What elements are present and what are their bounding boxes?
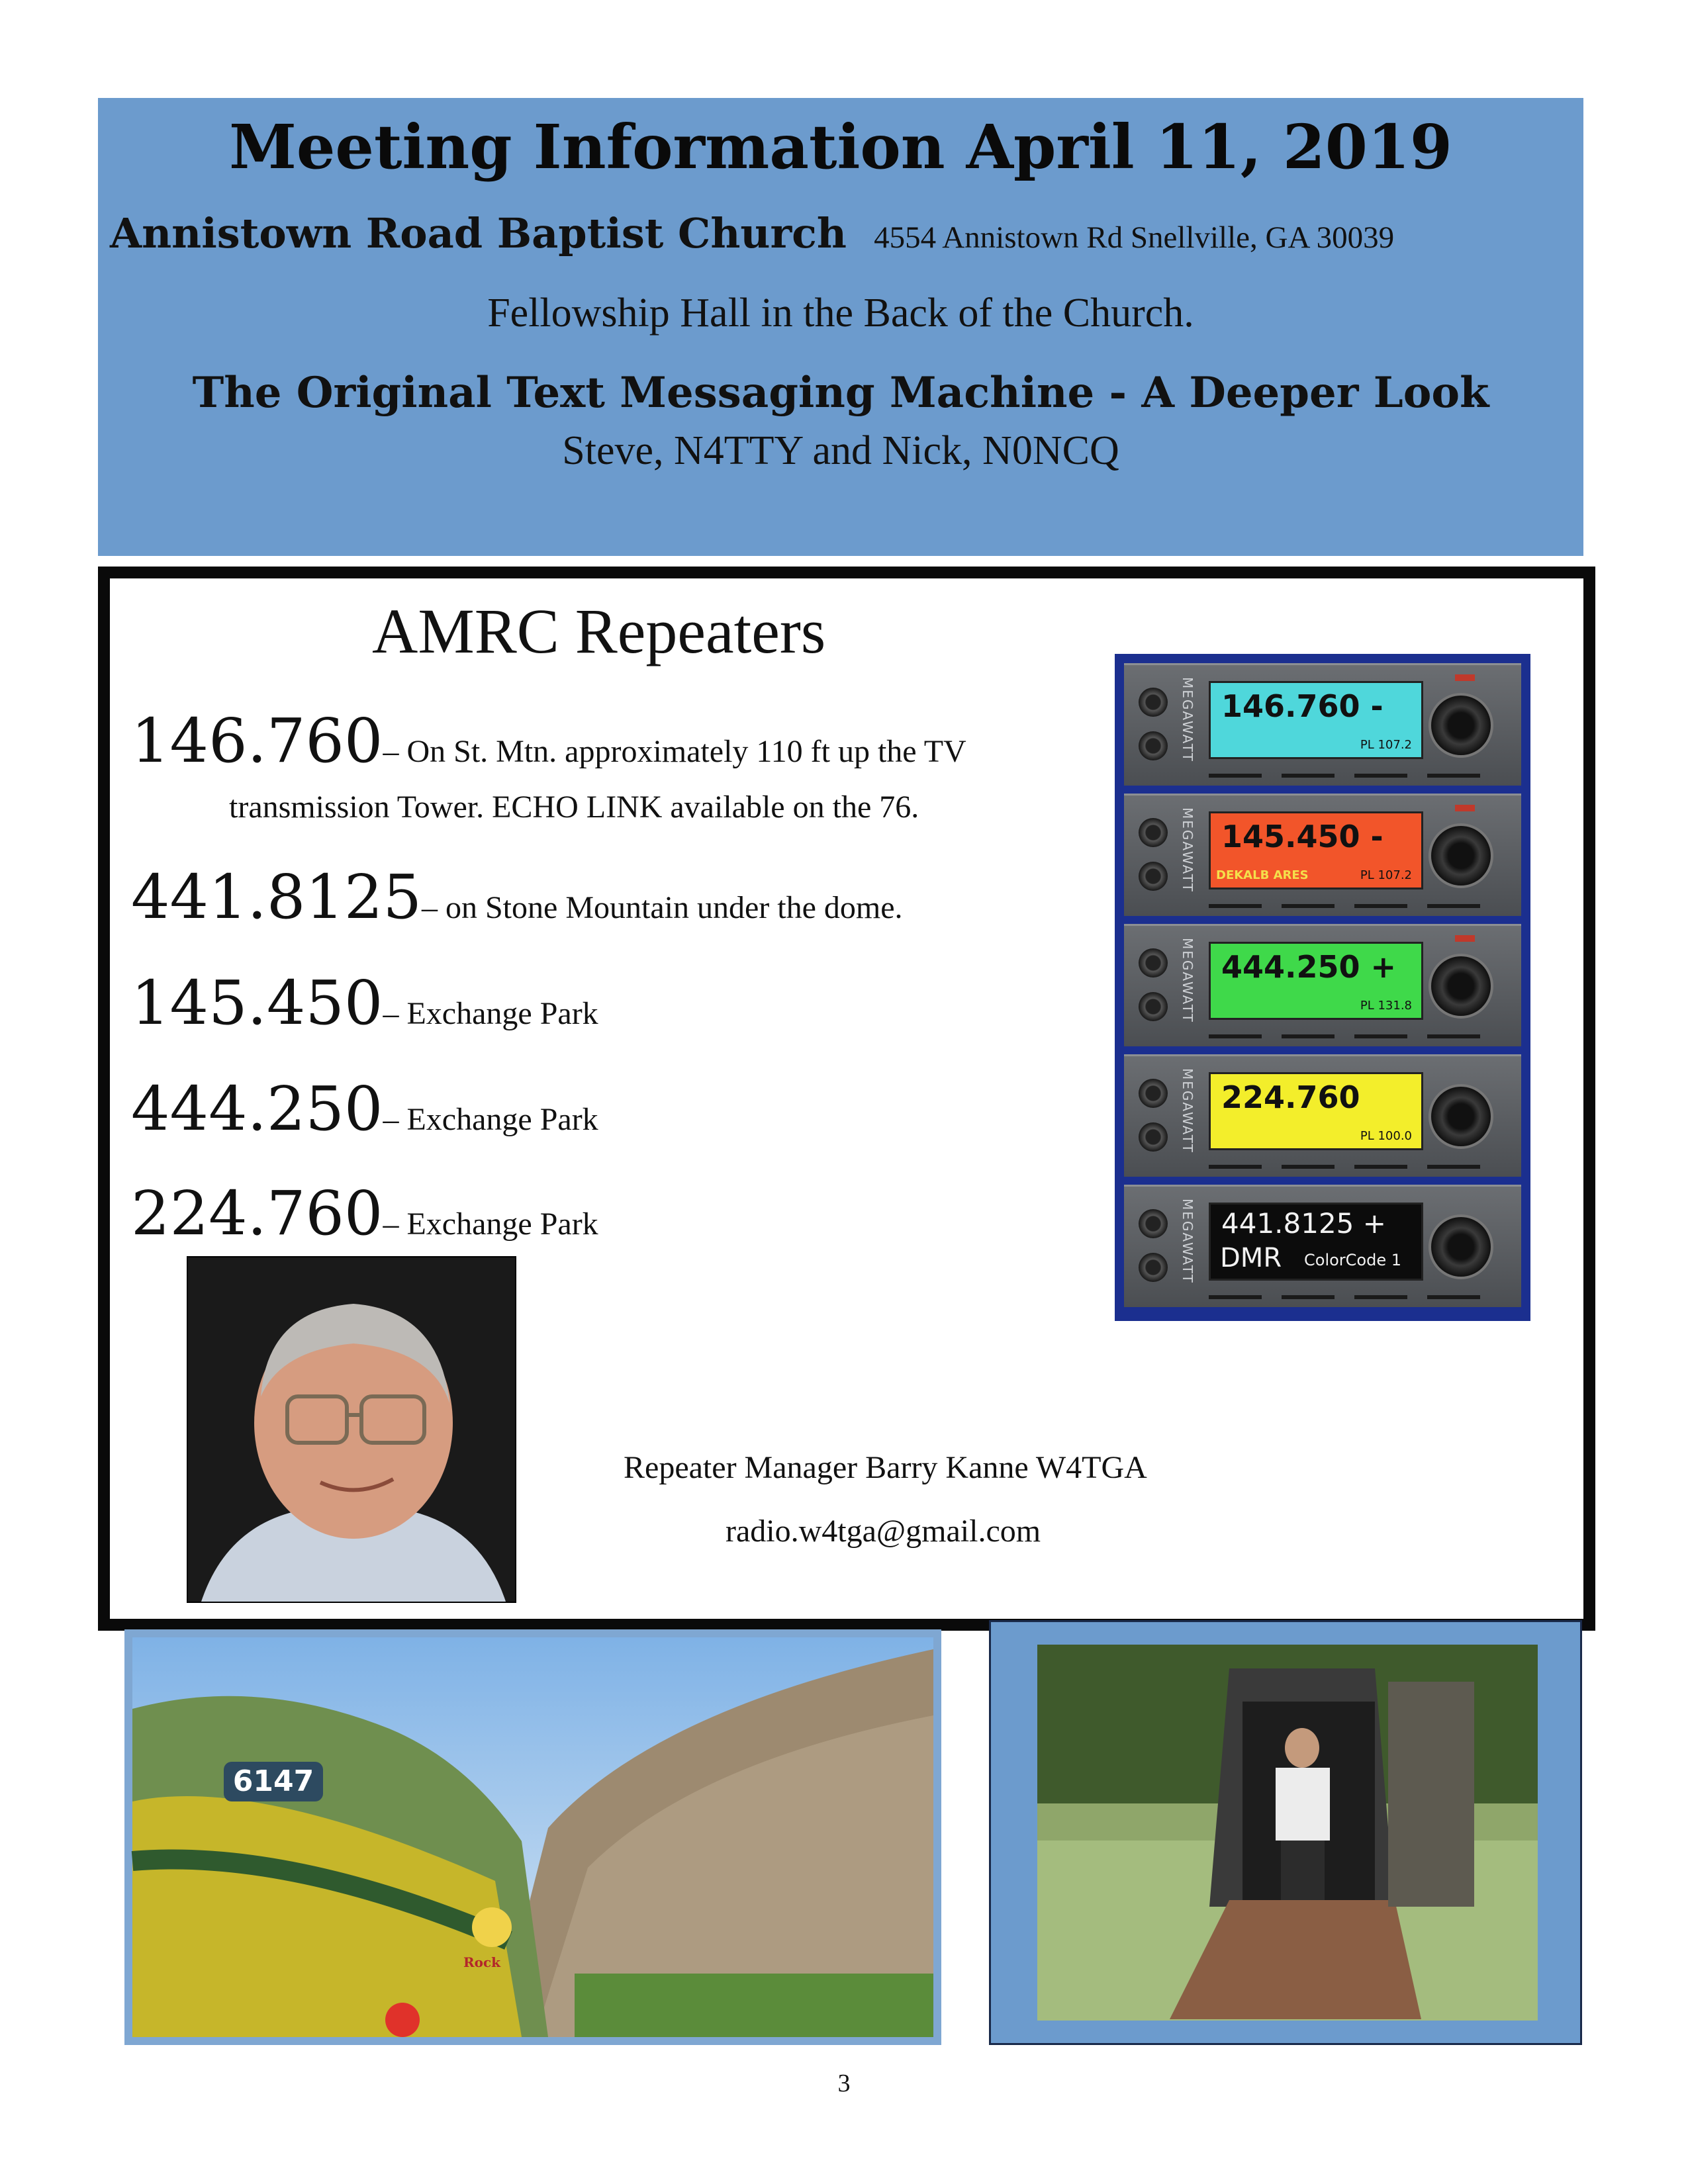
radio-panel-image: MEGAWATT 146.760 - PL 107.2 MEGAWATT 145… (1115, 654, 1530, 1321)
trailer-photo (989, 1620, 1582, 2045)
trailer-photo-illustration (1037, 1645, 1538, 2021)
radio-unit: MEGAWATT 145.450 - DEKALB ARES PL 107.2 (1124, 794, 1521, 916)
train-logo-text: Rock (463, 1954, 501, 1970)
repeater-description: – Exchange Park (383, 996, 598, 1031)
radio-unit: MEGAWATT 224.760 PL 100.0 (1124, 1054, 1521, 1177)
portrait-illustration (188, 1257, 515, 1602)
repeater-item: 224.760– Exchange Park (131, 1178, 598, 1249)
radio-unit: MEGAWATT 441.8125 + DMR ColorCode 1 (1124, 1185, 1521, 1307)
radio-brand: MEGAWATT (1180, 1068, 1196, 1154)
repeater-item: 441.8125– on Stone Mountain under the do… (131, 862, 903, 933)
volume-knob-icon (1429, 693, 1493, 758)
radio-display: 224.760 PL 100.0 (1209, 1072, 1423, 1150)
repeater-description: – On St. Mtn. approximately 110 ft up th… (383, 734, 966, 769)
radio-color-code: ColorCode 1 (1304, 1251, 1401, 1269)
repeaters-box: AMRC Repeaters 146.760– On St. Mtn. appr… (98, 567, 1595, 1631)
repeater-manager-email[interactable]: radio.w4tga@gmail.com (726, 1513, 1041, 1549)
train-number: 6147 (233, 1764, 314, 1798)
radio-display: 441.8125 + DMR ColorCode 1 (1209, 1203, 1423, 1281)
radio-unit: MEGAWATT 146.760 - PL 107.2 (1124, 663, 1521, 786)
small-knob-icon (1139, 1079, 1168, 1108)
status-led-icon (1455, 805, 1475, 811)
small-knob-icon (1139, 1122, 1168, 1152)
repeater-description-continued: transmission Tower. ECHO LINK available … (229, 790, 919, 825)
radio-frequency: 441.8125 + (1221, 1207, 1386, 1240)
meeting-topic: The Original Text Messaging Machine - A … (192, 368, 1489, 418)
radio-pl-tone: PL 107.2 (1360, 738, 1412, 752)
train-stone-mountain-photo: 6147 Rock (124, 1629, 941, 2045)
repeater-frequency: 145.450 (131, 968, 383, 1038)
repeater-item: 146.760– On St. Mtn. approximately 110 f… (131, 705, 966, 776)
radio-frequency: 146.760 - (1221, 688, 1383, 724)
radio-brand: MEGAWATT (1180, 938, 1196, 1023)
radio-unit: MEGAWATT 444.250 + PL 131.8 (1124, 924, 1521, 1046)
repeater-item: 145.450– Exchange Park (131, 968, 598, 1038)
repeater-frequency: 444.250 (131, 1073, 383, 1144)
radio-brand: MEGAWATT (1180, 677, 1196, 762)
status-led-icon (1455, 935, 1475, 942)
meeting-info-box: Meeting Information April 11, 2019 Annis… (98, 98, 1583, 556)
button-row (1209, 1165, 1500, 1169)
radio-frequency: 224.760 (1221, 1079, 1360, 1115)
button-row (1209, 904, 1500, 908)
small-knob-icon (1139, 818, 1168, 847)
repeater-manager: Repeater Manager Barry Kanne W4TGA (624, 1450, 1147, 1485)
radio-brand: MEGAWATT (1180, 807, 1196, 893)
manager-portrait-photo (187, 1256, 516, 1603)
meeting-location: Fellowship Hall in the Back of the Churc… (487, 291, 1194, 336)
church-name: Annistown Road Baptist Church (110, 209, 847, 257)
small-knob-icon (1139, 1209, 1168, 1238)
train-photo-illustration: 6147 Rock (131, 1637, 933, 2037)
meeting-title: Meeting Information April 11, 2019 (229, 111, 1452, 183)
small-knob-icon (1139, 731, 1168, 760)
small-knob-icon (1139, 992, 1168, 1021)
button-row (1209, 1034, 1500, 1038)
church-address: 4554 Annistown Rd Snellville, GA 30039 (874, 220, 1395, 255)
small-knob-icon (1139, 948, 1168, 978)
repeater-item: 444.250– Exchange Park (131, 1073, 598, 1144)
radio-pl-tone: PL 100.0 (1360, 1129, 1412, 1143)
repeater-description: – Exchange Park (383, 1102, 598, 1137)
radio-display: 146.760 - PL 107.2 (1209, 681, 1423, 759)
repeater-frequency: 441.8125 (131, 862, 422, 933)
volume-knob-icon (1429, 823, 1493, 888)
small-knob-icon (1139, 1253, 1168, 1282)
button-row (1209, 774, 1500, 778)
radio-pl-tone: PL 107.2 (1360, 868, 1412, 882)
radio-label: DEKALB ARES (1216, 868, 1309, 882)
repeater-frequency: 224.760 (131, 1178, 383, 1249)
page-number: 3 (837, 2070, 851, 2097)
meeting-speakers: Steve, N4TTY and Nick, N0NCQ (562, 428, 1119, 473)
volume-knob-icon (1429, 1084, 1493, 1149)
repeaters-heading: AMRC Repeaters (372, 596, 826, 666)
volume-knob-icon (1429, 1214, 1493, 1279)
radio-display: 145.450 - DEKALB ARES PL 107.2 (1209, 811, 1423, 889)
radio-frequency: 145.450 - (1221, 819, 1383, 854)
repeater-frequency: 146.760 (131, 705, 383, 776)
radio-frequency: 444.250 + (1221, 949, 1397, 985)
radio-pl-tone: PL 131.8 (1360, 999, 1412, 1013)
status-led-icon (1455, 674, 1475, 681)
button-row (1209, 1295, 1500, 1299)
radio-display: 444.250 + PL 131.8 (1209, 942, 1423, 1020)
small-knob-icon (1139, 862, 1168, 891)
radio-mode: DMR (1220, 1243, 1282, 1273)
small-knob-icon (1139, 688, 1168, 717)
repeater-description: – Exchange Park (383, 1206, 598, 1242)
radio-brand: MEGAWATT (1180, 1199, 1196, 1284)
repeater-description: – on Stone Mountain under the dome. (421, 890, 903, 925)
church-line: Annistown Road Baptist Church 4554 Annis… (110, 209, 1394, 257)
volume-knob-icon (1429, 954, 1493, 1019)
